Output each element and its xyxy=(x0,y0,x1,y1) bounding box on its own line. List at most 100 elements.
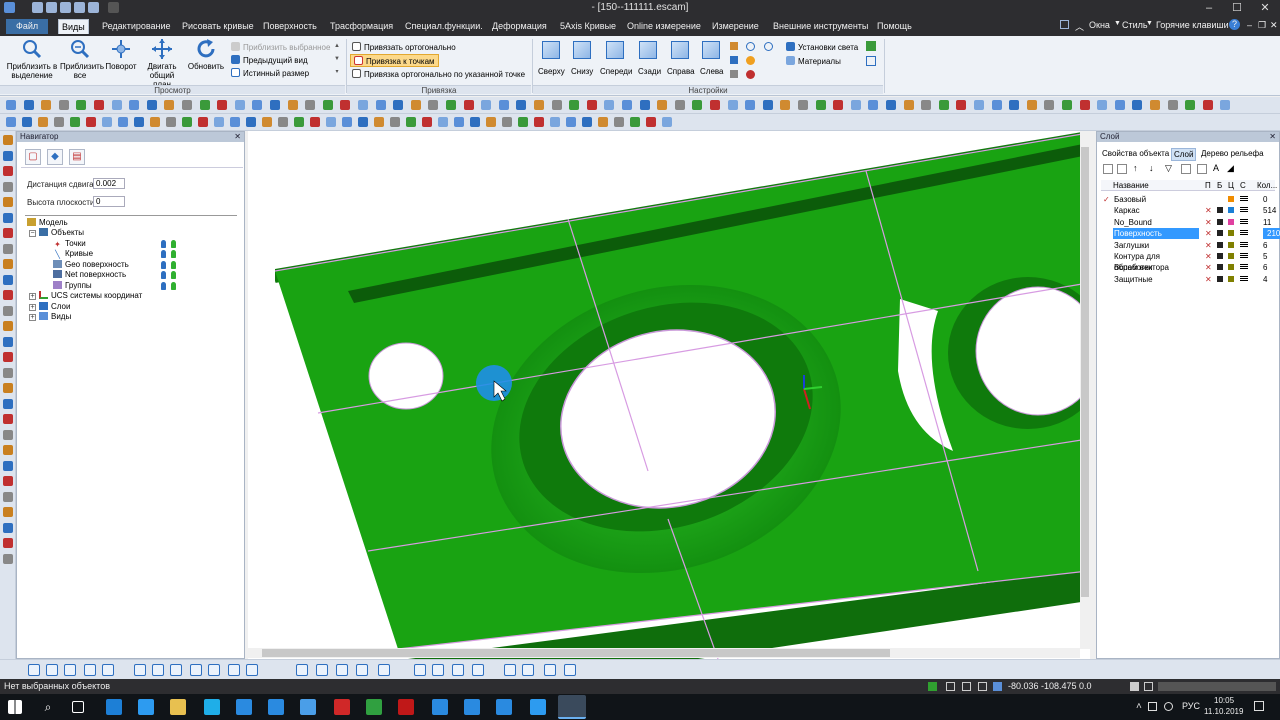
sphere-icon[interactable] xyxy=(764,42,773,51)
arc-icon[interactable] xyxy=(422,117,432,127)
view-front-icon[interactable] xyxy=(606,41,624,59)
select-tool-icon[interactable] xyxy=(3,367,13,378)
play-icon[interactable] xyxy=(1130,682,1139,691)
select-tool-icon[interactable] xyxy=(3,135,13,145)
zoom-out-icon[interactable] xyxy=(472,664,484,676)
align-tool-icon[interactable] xyxy=(3,290,13,300)
refresh-button[interactable]: Обновить xyxy=(186,38,226,71)
delete-layer-icon[interactable] xyxy=(1117,164,1127,174)
paste-icon[interactable] xyxy=(692,100,703,110)
offset-tool-icon[interactable] xyxy=(3,460,13,471)
mirror-tool-icon[interactable] xyxy=(3,197,13,207)
curve-icon[interactable] xyxy=(84,664,96,676)
cut-icon[interactable] xyxy=(938,100,949,110)
array-icon[interactable] xyxy=(166,117,176,127)
menu-online-measure[interactable]: Online измерение xyxy=(624,19,704,34)
lock-toggle-icon[interactable] xyxy=(1217,264,1223,271)
chamfer-tool-icon[interactable] xyxy=(3,336,13,347)
shade-icon[interactable] xyxy=(446,100,456,110)
line-icon[interactable] xyxy=(598,117,608,127)
search-icon[interactable]: ⌕ xyxy=(40,699,56,715)
layer-icon[interactable] xyxy=(252,100,263,110)
layers-icon[interactable] xyxy=(730,56,738,64)
circle-icon[interactable] xyxy=(438,117,448,127)
open-icon[interactable] xyxy=(305,100,316,110)
copy-icon[interactable] xyxy=(674,100,685,110)
grid-icon[interactable] xyxy=(504,664,516,676)
expand-toggle[interactable]: + xyxy=(29,293,36,300)
menu-draw-curves[interactable]: Рисовать кривые xyxy=(179,19,257,34)
ie-icon[interactable] xyxy=(138,699,154,715)
mirror-tool-icon[interactable] xyxy=(3,429,13,440)
restore-icon[interactable]: ❐ xyxy=(1258,20,1266,31)
app-icon[interactable] xyxy=(334,699,350,715)
lock-toggle-icon[interactable] xyxy=(1217,241,1223,248)
line-style-swatch[interactable] xyxy=(1240,253,1248,259)
arc-icon[interactable] xyxy=(614,117,624,127)
point-icon[interactable] xyxy=(582,117,592,127)
move-up-icon[interactable]: ↑ xyxy=(1133,163,1138,173)
save-icon[interactable] xyxy=(41,100,52,110)
grid-icon[interactable] xyxy=(551,100,562,110)
align-tool-icon[interactable] xyxy=(3,522,13,533)
skype-icon[interactable] xyxy=(204,699,220,715)
trim-icon[interactable] xyxy=(310,117,320,127)
shade-icon[interactable] xyxy=(727,100,738,110)
tree-node-model[interactable]: Модель xyxy=(27,218,68,228)
menu-windows[interactable]: Окна xyxy=(1089,20,1110,30)
layer-color-swatch[interactable] xyxy=(1228,253,1234,259)
layer-row[interactable]: Контура для обработки ✕ 5 xyxy=(1101,251,1275,272)
app-icon[interactable] xyxy=(496,699,512,715)
settings-icon-2[interactable] xyxy=(866,56,876,66)
redo-icon[interactable] xyxy=(921,100,932,110)
slope-icon[interactable]: ◢ xyxy=(1227,163,1234,174)
select-icon[interactable] xyxy=(199,100,210,110)
rect-icon[interactable] xyxy=(454,117,464,127)
wire-icon[interactable] xyxy=(1026,100,1037,110)
view-front-label[interactable]: Спереди xyxy=(600,65,632,78)
line-style-swatch[interactable] xyxy=(1240,264,1248,271)
snap-tool-icon[interactable] xyxy=(3,491,13,502)
light-settings-item[interactable]: Установки света xyxy=(786,41,858,54)
cut-icon[interactable] xyxy=(375,100,386,110)
rotate-tool-icon[interactable] xyxy=(3,166,13,176)
erase-icon[interactable] xyxy=(564,664,576,676)
rect-icon[interactable] xyxy=(262,117,272,127)
rotate-button[interactable]: Поворот xyxy=(102,38,140,71)
project-tool-icon[interactable] xyxy=(3,305,13,316)
scroll-thumb[interactable] xyxy=(262,649,890,657)
wire-icon[interactable] xyxy=(182,100,192,110)
lock-toggle-icon[interactable] xyxy=(1217,275,1223,282)
delete-icon[interactable] xyxy=(146,100,157,110)
lock-toggle-icon[interactable] xyxy=(1217,230,1223,237)
edge-icon[interactable] xyxy=(106,699,122,715)
notifications-icon[interactable] xyxy=(1254,701,1264,711)
shade-icon[interactable] xyxy=(730,42,738,50)
zoom-icon[interactable] xyxy=(1062,100,1072,110)
window-icon[interactable] xyxy=(1060,20,1069,29)
select-icon[interactable] xyxy=(481,100,492,110)
line-icon[interactable] xyxy=(406,117,416,127)
zoom-win-icon[interactable] xyxy=(432,664,444,676)
paste-icon[interactable] xyxy=(129,100,140,110)
lock-icon[interactable] xyxy=(171,271,176,279)
tab-layers-icon[interactable]: ◆ xyxy=(47,149,63,165)
active-app-icon[interactable] xyxy=(558,695,586,719)
paste-icon[interactable] xyxy=(974,100,984,110)
measure-tool-icon[interactable] xyxy=(3,507,13,517)
layer-color-swatch[interactable] xyxy=(1228,207,1234,214)
view-top-label[interactable]: Сверху xyxy=(538,65,565,78)
offset-icon[interactable] xyxy=(294,117,304,127)
fillet-icon[interactable] xyxy=(374,117,384,127)
line-icon[interactable] xyxy=(22,117,32,127)
layer-color-swatch[interactable] xyxy=(1228,275,1234,282)
tree-node-ucs[interactable]: UCS системы координат xyxy=(39,291,142,301)
res-app-icon[interactable] xyxy=(398,699,414,715)
zoom-all-button[interactable]: Приблизить все xyxy=(60,38,104,80)
select-icon[interactable] xyxy=(1044,100,1055,110)
minimize-icon[interactable]: – xyxy=(1247,20,1252,30)
trim-icon[interactable] xyxy=(502,117,512,127)
maximize-button[interactable]: ☐ xyxy=(1224,0,1250,16)
layer-color-swatch[interactable] xyxy=(1228,241,1234,248)
fillet-icon[interactable] xyxy=(182,117,192,127)
